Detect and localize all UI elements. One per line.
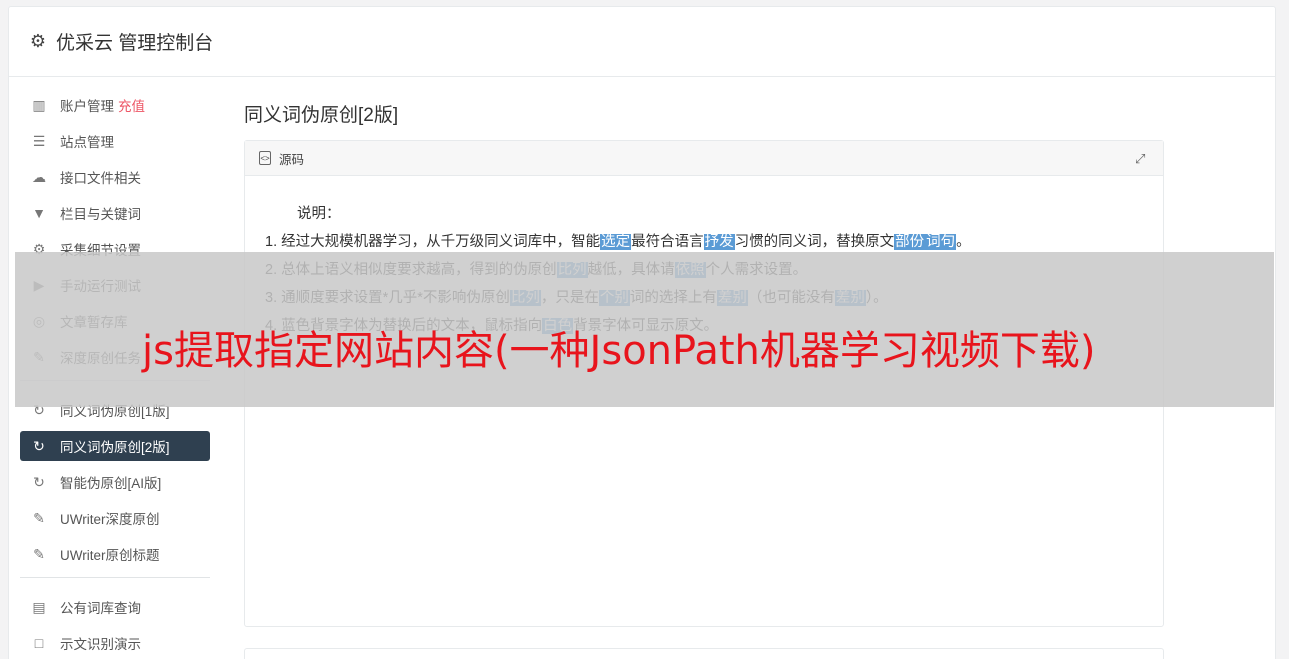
refresh-icon: ↻ — [33, 437, 45, 454]
sidebar-item-label: 示文识别演示 — [60, 637, 141, 652]
refresh-icon: ↻ — [33, 473, 45, 490]
sidebar-item[interactable]: ▥ 账户管理 充值 — [20, 90, 210, 120]
output-panel — [244, 648, 1164, 659]
cloud-upload-icon: ☁ — [32, 168, 46, 185]
text-segment: 1. 经过大规模机器学习，从千万级同义词库中，智能 — [265, 234, 601, 250]
expand-icon[interactable]: ⤢ — [1135, 151, 1149, 166]
sidebar-item-label: 智能伪原创[AI版] — [60, 476, 162, 491]
sidebar-item-label: 账户管理 — [60, 99, 114, 114]
sidebar-item-label: 公有词库查询 — [60, 601, 141, 616]
main-content: 同义词伪原创[2版] <> 源码 ⤢ 说明： 1. 经过大规模机器学习，从千万级… — [244, 100, 1164, 627]
sidebar-item[interactable]: ▼ 栏目与关键词 — [20, 198, 210, 228]
edit-icon: ✎ — [33, 545, 45, 562]
text-segment: 最符合语言 — [631, 234, 704, 250]
panel-header: <> 源码 ⤢ — [245, 141, 1163, 176]
overlay-title: js提取指定网站内容(一种JsonPath机器学习视频下载) — [142, 328, 1096, 374]
text-segment: 习惯的同义词，替换原文 — [734, 234, 895, 250]
sidebar-item[interactable]: ↻ 智能伪原创[AI版] — [20, 467, 210, 497]
server-icon: ☰ — [32, 132, 46, 149]
sidebar-item-label: UWriter深度原创 — [60, 512, 160, 527]
edit-icon: ✎ — [33, 509, 45, 526]
recharge-link[interactable]: 充值 — [118, 95, 145, 115]
square-icon: □ — [34, 635, 44, 651]
sidebar-item[interactable]: ✎ UWriter深度原创 — [20, 503, 210, 533]
header: ⚙ 优采云 管理控制台 — [9, 7, 1275, 77]
book-icon: ▤ — [32, 598, 46, 615]
sidebar-item[interactable]: ✎ UWriter原创标题 — [20, 539, 210, 569]
sidebar-item[interactable]: ☁ 接口文件相关 — [20, 162, 210, 192]
app-title: 优采云 管理控制台 — [56, 33, 214, 54]
bar-chart-icon: ▥ — [32, 96, 46, 113]
panel-header-label: 源码 — [279, 152, 305, 167]
filter-icon: ▼ — [32, 205, 46, 221]
replaced-word[interactable]: 部份 — [894, 234, 926, 250]
code-icon: <> — [259, 151, 271, 165]
replaced-word[interactable]: 抒发 — [703, 234, 735, 250]
sidebar-divider — [20, 577, 210, 578]
sidebar-item-label: UWriter原创标题 — [60, 548, 160, 563]
sidebar-item-label: 同义词伪原创[2版] — [60, 440, 170, 455]
sidebar-item[interactable]: □ 示文识别演示 — [20, 628, 210, 658]
sidebar-item[interactable]: ▤ 公有词库查询 — [20, 592, 210, 622]
gear-icon: ⚙ — [29, 31, 47, 51]
replaced-word[interactable]: 词句 — [925, 234, 957, 250]
sidebar-item-label: 栏目与关键词 — [60, 207, 141, 222]
text-segment: 。 — [956, 234, 971, 250]
sidebar-item[interactable]: ☰ 站点管理 — [20, 126, 210, 156]
sidebar-item[interactable]: ↻ 同义词伪原创[2版] — [20, 431, 210, 461]
note-label: 说明： — [297, 206, 341, 222]
sidebar-item-label: 站点管理 — [60, 135, 114, 150]
sidebar-item-label: 接口文件相关 — [60, 171, 141, 186]
replaced-word[interactable]: 选定 — [600, 234, 632, 250]
page-title: 同义词伪原创[2版] — [244, 105, 399, 126]
